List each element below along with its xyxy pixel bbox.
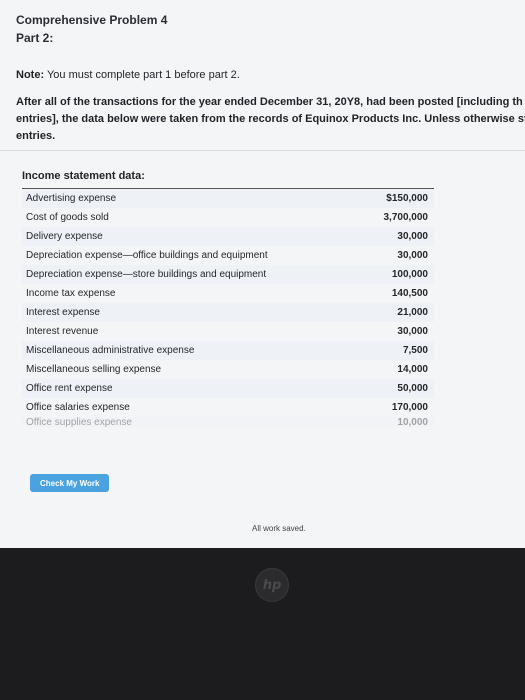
row-value: $150,000: [386, 193, 428, 204]
row-value: 50,000: [397, 383, 428, 394]
row-value: 30,000: [397, 250, 428, 261]
row-label: Interest expense: [26, 307, 100, 318]
row-label: Office salaries expense: [26, 402, 130, 413]
table-rows: Advertising expense $150,000 Cost of good…: [22, 189, 434, 445]
row-label: Office supplies expense: [26, 417, 132, 427]
section-divider: [0, 150, 525, 151]
row-label: Interest revenue: [26, 326, 99, 337]
row-label: Office rent expense: [26, 383, 113, 394]
note-body: You must complete part 1 before part 2.: [46, 69, 240, 81]
row-value: 21,000: [397, 307, 428, 318]
row-value: 30,000: [397, 231, 428, 242]
row-value: 30,000: [397, 326, 428, 337]
row-label: Depreciation expense—office buildings an…: [26, 250, 268, 261]
row-value: 3,700,000: [383, 212, 429, 223]
save-status: All work saved.: [252, 524, 306, 533]
row-value: 140,500: [391, 288, 428, 299]
intro-line-1: After all of the transactions for the ye…: [16, 96, 523, 108]
table-row: Advertising expense $150,000: [22, 189, 434, 208]
app-screen: Comprehensive Problem 4 Part 2: Note: Yo…: [0, 0, 525, 548]
intro-line-3: entries.: [16, 130, 56, 142]
table-row: Office supplies expense 10,000: [22, 417, 434, 427]
row-value: 10,000: [397, 417, 428, 427]
page-title: Comprehensive Problem 4: [16, 13, 168, 27]
table-row: Miscellaneous selling expense 14,000: [22, 360, 434, 379]
row-label: Depreciation expense—store buildings and…: [26, 269, 267, 280]
row-label: Delivery expense: [26, 231, 103, 242]
row-label: Miscellaneous selling expense: [26, 364, 162, 375]
check-my-work-button[interactable]: Check My Work: [30, 474, 110, 492]
row-value: 100,000: [391, 269, 428, 280]
part-label: Part 2:: [16, 31, 54, 45]
row-label: Income tax expense: [26, 288, 116, 299]
table-row: Office rent expense 50,000: [22, 379, 434, 398]
row-value: 7,500: [402, 345, 428, 356]
table-row: Depreciation expense—office buildings an…: [22, 246, 434, 265]
table-row: Cost of goods sold 3,700,000: [22, 208, 434, 227]
table-row: Miscellaneous administrative expense 7,50…: [22, 341, 434, 360]
hp-logo: hp: [255, 568, 289, 602]
row-label: Miscellaneous administrative expense: [26, 345, 195, 356]
intro-paragraph: After all of the transactions for the ye…: [16, 94, 525, 145]
income-statement-table: Income statement data: Advertising expen…: [22, 170, 434, 445]
row-value: 170,000: [391, 402, 428, 413]
table-row: Interest expense 21,000: [22, 303, 434, 322]
table-row: Office salaries expense 170,000: [22, 398, 434, 417]
problem-content: Comprehensive Problem 4 Part 2: Note: Yo…: [16, 12, 525, 145]
note-text: Note: You must complete part 1 before pa…: [16, 68, 525, 82]
table-row: Income tax expense 140,500: [22, 284, 434, 303]
table-row: Depreciation expense—store buildings and…: [22, 265, 434, 284]
note-label: Note:: [16, 69, 45, 81]
table-heading: Income statement data:: [22, 170, 434, 189]
row-label: Advertising expense: [26, 193, 117, 204]
table-row: Delivery expense 30,000: [22, 227, 434, 246]
intro-line-2: entries], the data below were taken from…: [16, 113, 525, 125]
table-row: Interest revenue 30,000: [22, 322, 434, 341]
row-label: Cost of goods sold: [26, 212, 109, 223]
row-value: 14,000: [397, 364, 428, 375]
